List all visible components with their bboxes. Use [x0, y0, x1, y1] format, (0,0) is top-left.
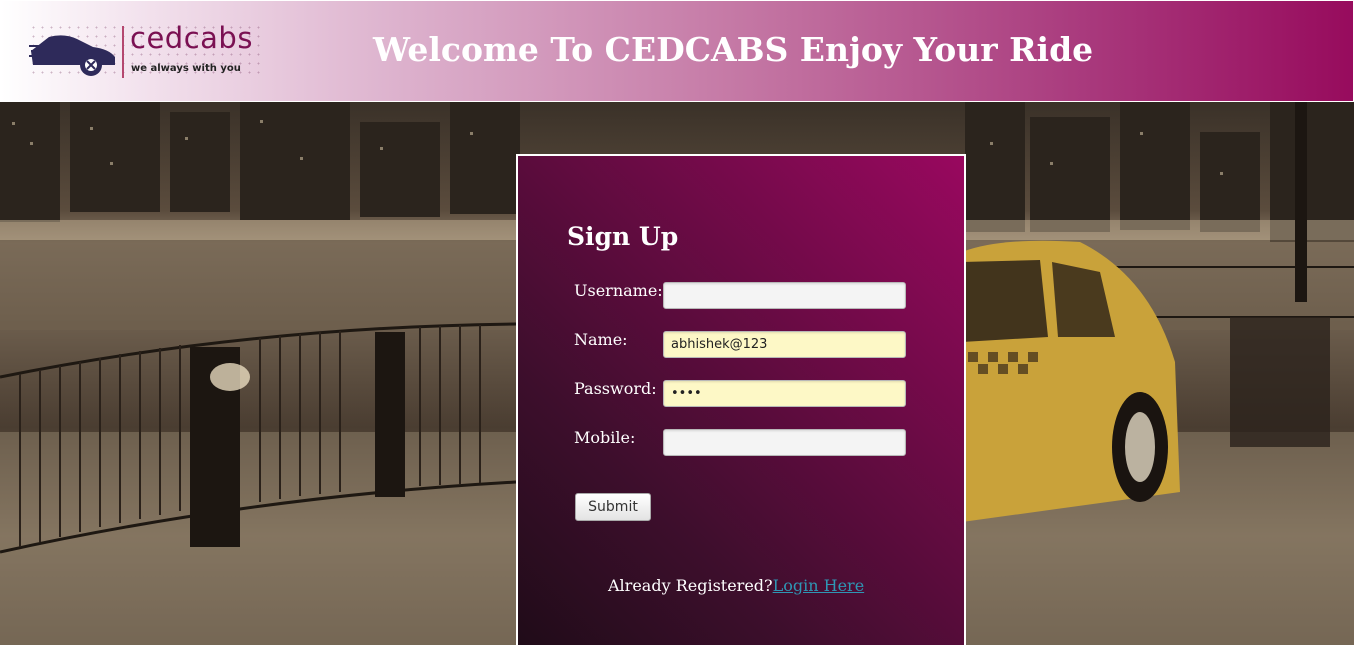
mobile-input[interactable] [663, 429, 906, 456]
logo-name: cedcabs [130, 21, 253, 55]
password-input[interactable] [663, 380, 906, 407]
username-label: Username: [574, 281, 663, 300]
name-label: Name: [574, 330, 628, 349]
login-here-link[interactable]: Login Here [773, 576, 865, 595]
logo-tagline: we always with you [131, 63, 241, 74]
site-header: cedcabs we always with you Welcome To CE… [0, 0, 1354, 102]
submit-button[interactable]: Submit [575, 493, 651, 521]
page: cedcabs we always with you Welcome To CE… [0, 0, 1354, 645]
username-input[interactable] [663, 282, 906, 309]
already-registered-text: Already Registered? [608, 576, 773, 595]
cedcabs-logo[interactable]: cedcabs we always with you [29, 21, 265, 79]
name-input[interactable] [663, 331, 906, 358]
signup-title: Sign Up [567, 222, 679, 251]
taxi-car-icon [29, 35, 115, 76]
login-prompt: Already Registered?Login Here [608, 576, 864, 595]
password-label: Password: [574, 379, 657, 398]
welcome-heading: Welcome To CEDCABS Enjoy Your Ride [373, 30, 1094, 69]
logo-divider [122, 26, 124, 78]
signup-panel: Sign Up Username: Name: Password: Mobile… [516, 154, 966, 645]
mobile-label: Mobile: [574, 428, 636, 447]
